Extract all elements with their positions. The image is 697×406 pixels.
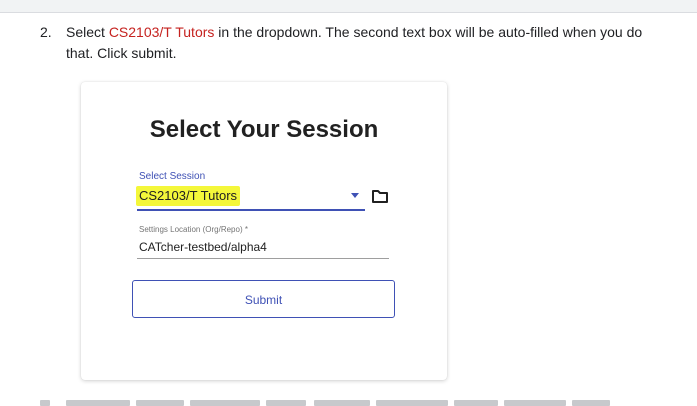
settings-location-underline: [137, 258, 389, 259]
session-card: Select Your Session Select Session CS210…: [81, 82, 447, 380]
card-title: Select Your Session: [149, 116, 379, 143]
session-select-underline: [137, 209, 365, 211]
select-session-label: Select Session: [139, 171, 206, 182]
next-step-partial: [40, 398, 660, 406]
submit-button[interactable]: Submit: [132, 280, 395, 318]
session-select-value: CS2103/T Tutors: [139, 188, 238, 203]
folder-icon[interactable]: [371, 188, 389, 204]
settings-location-input[interactable]: CATcher-testbed/alpha4: [139, 239, 267, 255]
top-divider: [0, 0, 697, 13]
step-text: Select CS2103/T Tutors in the dropdown. …: [66, 22, 660, 64]
caret-down-icon[interactable]: [351, 193, 359, 198]
instruction-step: 2. Select CS2103/T Tutors in the dropdow…: [40, 22, 660, 64]
step-text-before: Select: [66, 24, 109, 40]
session-select[interactable]: CS2103/T Tutors: [136, 186, 241, 206]
step-number: 2.: [40, 24, 52, 40]
step-text-highlight: CS2103/T Tutors: [108, 24, 215, 40]
settings-location-label: Settings Location (Org/Repo) *: [139, 225, 248, 234]
